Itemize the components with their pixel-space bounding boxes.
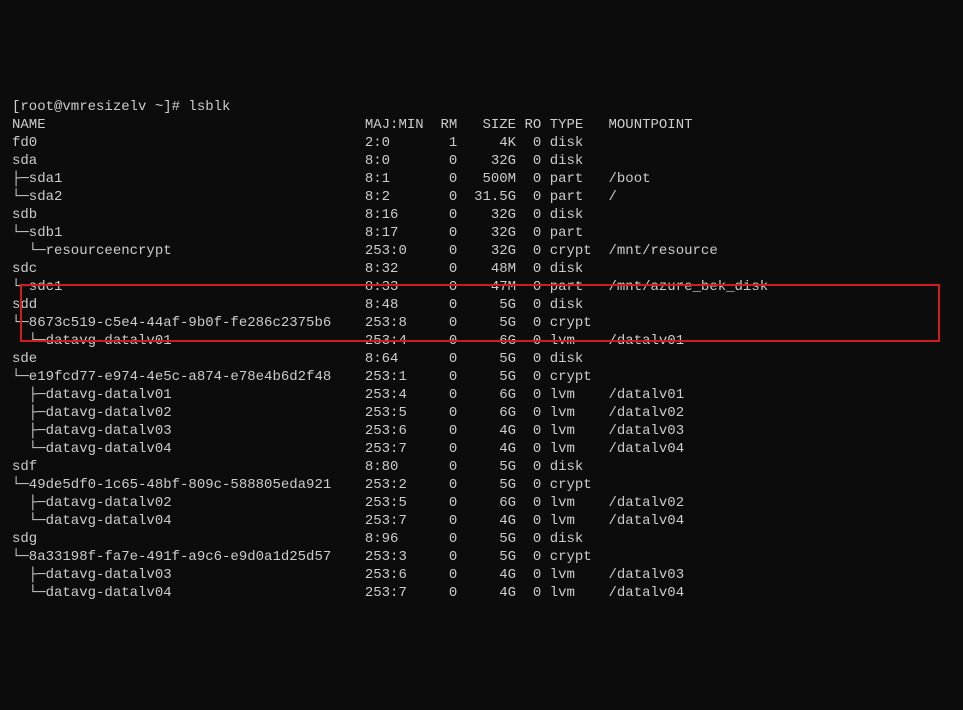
lsblk-row: sde 8:64 0 5G 0 disk xyxy=(12,350,951,368)
lsblk-row: ├─datavg-datalv02 253:5 0 6G 0 lvm /data… xyxy=(12,404,951,422)
lsblk-header: NAME MAJ:MIN RM SIZE RO TYPE MOUNTPOINT xyxy=(12,116,951,134)
lsblk-row: sdf 8:80 0 5G 0 disk xyxy=(12,458,951,476)
lsblk-row: └─datavg-datalv04 253:7 0 4G 0 lvm /data… xyxy=(12,584,951,602)
lsblk-row: ├─datavg-datalv03 253:6 0 4G 0 lvm /data… xyxy=(12,422,951,440)
lsblk-row: └─datavg-datalv04 253:7 0 4G 0 lvm /data… xyxy=(12,512,951,530)
terminal-output: [root@vmresizelv ~]# lsblk NAME MAJ:MIN … xyxy=(12,80,951,620)
lsblk-row: └─sdc1 8:33 0 47M 0 part /mnt/azure_bek_… xyxy=(12,278,951,296)
lsblk-row: ├─datavg-datalv01 253:4 0 6G 0 lvm /data… xyxy=(12,386,951,404)
lsblk-row: sdb 8:16 0 32G 0 disk xyxy=(12,206,951,224)
lsblk-row: fd0 2:0 1 4K 0 disk xyxy=(12,134,951,152)
lsblk-row: ├─sda1 8:1 0 500M 0 part /boot xyxy=(12,170,951,188)
lsblk-row: └─8a33198f-fa7e-491f-a9c6-e9d0a1d25d57 2… xyxy=(12,548,951,566)
lsblk-row: └─datavg-datalv01 253:4 0 6G 0 lvm /data… xyxy=(12,332,951,350)
lsblk-row: ├─datavg-datalv02 253:5 0 6G 0 lvm /data… xyxy=(12,494,951,512)
lsblk-row: └─sdb1 8:17 0 32G 0 part xyxy=(12,224,951,242)
lsblk-row: └─resourceencrypt 253:0 0 32G 0 crypt /m… xyxy=(12,242,951,260)
lsblk-row: sdg 8:96 0 5G 0 disk xyxy=(12,530,951,548)
lsblk-row: └─sda2 8:2 0 31.5G 0 part / xyxy=(12,188,951,206)
lsblk-row: └─8673c519-c5e4-44af-9b0f-fe286c2375b6 2… xyxy=(12,314,951,332)
lsblk-row: └─49de5df0-1c65-48bf-809c-588805eda921 2… xyxy=(12,476,951,494)
lsblk-row: └─datavg-datalv04 253:7 0 4G 0 lvm /data… xyxy=(12,440,951,458)
lsblk-row: └─e19fcd77-e974-4e5c-a874-e78e4b6d2f48 2… xyxy=(12,368,951,386)
lsblk-row: sdc 8:32 0 48M 0 disk xyxy=(12,260,951,278)
command-prompt: [root@vmresizelv ~]# lsblk xyxy=(12,99,230,115)
lsblk-row: sda 8:0 0 32G 0 disk xyxy=(12,152,951,170)
lsblk-row: sdd 8:48 0 5G 0 disk xyxy=(12,296,951,314)
